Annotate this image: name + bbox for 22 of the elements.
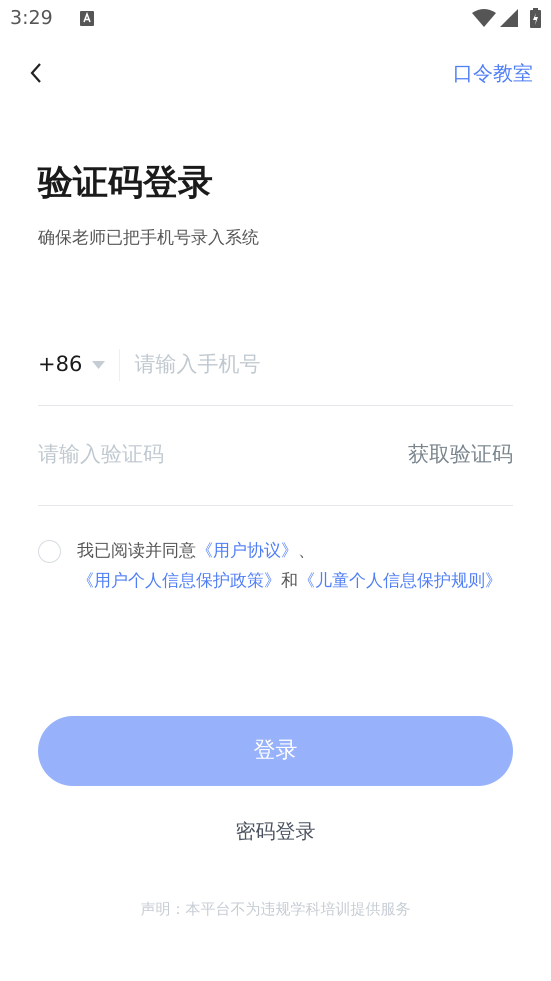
agreement-link[interactable]: 《用户个人信息保护政策》 [77,570,281,590]
keyboard-icon [80,10,94,26]
page-title: 验证码登录 [38,162,214,205]
phone-input[interactable]: 请输入手机号 [134,349,513,381]
password-login-link[interactable]: 密码登录 [236,816,316,846]
status-time: 3:29 [10,6,53,31]
signal-icon [500,9,518,27]
agreement-text: 我已阅读并同意《用户协议》、 《用户个人信息保护政策》和《儿童个人信息保护规则》 [77,540,503,592]
battery-icon [530,8,541,28]
wifi-icon [472,9,496,27]
login-button: 登录 [38,716,513,786]
agreement-link[interactable]: 《用户协议》 [196,540,298,560]
agreement-link[interactable]: 《儿童个人信息保护规则》 [298,570,502,590]
disclaimer-text: 声明：本平台不为违规学科培训提供服务 [140,898,410,920]
page-subtitle: 确保老师已把手机号录入系统 [38,227,260,250]
agreement-checkbox[interactable] [38,540,61,562]
back-icon[interactable] [30,63,42,83]
get-code-button[interactable]: 获取验证码 [408,439,513,471]
header-link[interactable]: 口令教室 [453,58,533,88]
caret-icon [92,361,106,369]
country-code-dropdown[interactable]: +86 [38,349,120,381]
code-input[interactable]: 请输入验证码 [38,439,408,471]
